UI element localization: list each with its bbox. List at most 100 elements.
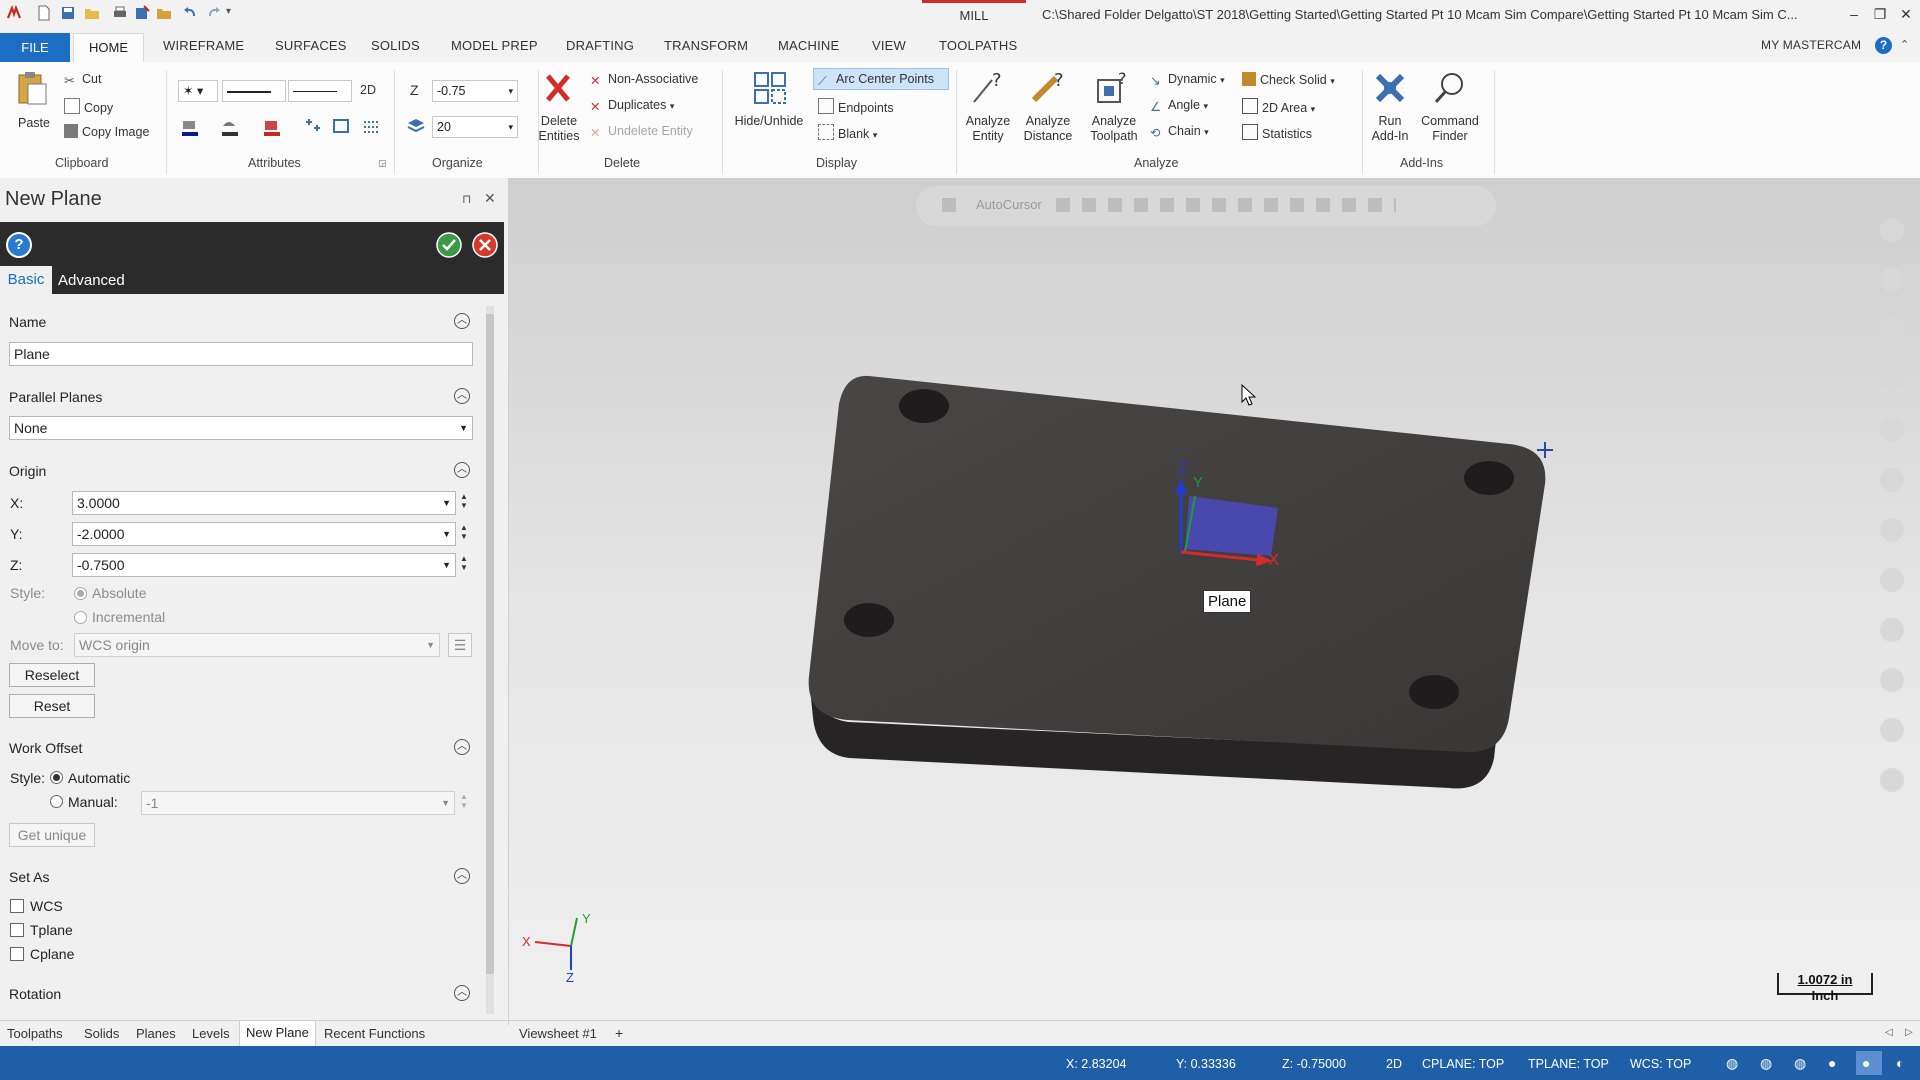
open-folder-icon[interactable] [84, 5, 100, 21]
shaded-view-icon[interactable]: ◍ [1794, 1055, 1806, 1072]
add-viewsheet-button[interactable]: + [615, 1025, 623, 1041]
reselect-button[interactable]: Reselect [9, 663, 95, 687]
analyze-toolpath-icon[interactable]: ? [1094, 70, 1130, 106]
get-unique-button[interactable]: Get unique [9, 823, 95, 847]
translucency-icon[interactable]: ◐ [1896, 1055, 1904, 1071]
hide-unhide-icon[interactable] [752, 70, 788, 106]
quick-mask-face-icon[interactable] [1880, 568, 1904, 592]
analyze-distance-icon[interactable]: ? [1030, 70, 1066, 106]
origin-y-input[interactable]: -2.0000 ▼ [72, 522, 456, 546]
delete-entities-button[interactable]: Delete Entities [532, 114, 586, 144]
quick-mask-dimension-icon[interactable] [1880, 468, 1904, 492]
tab-wireframe[interactable]: WIREFRAME [163, 38, 244, 53]
scroll-left-icon[interactable]: ◁ [1885, 1027, 1893, 1038]
parallel-planes-select[interactable]: None ▼ [9, 416, 473, 440]
parallel-planes-collapse-icon[interactable]: ︿ [454, 388, 470, 404]
new-file-icon[interactable] [36, 5, 52, 21]
customize-toolbar-icon[interactable]: ▾ [226, 6, 231, 17]
panel-help-icon[interactable]: ? [6, 232, 32, 258]
cut-button[interactable]: ✂ Cut [64, 72, 101, 88]
move-to-button[interactable]: ☰ [448, 633, 472, 657]
quick-mask-solid-icon[interactable] [1880, 518, 1904, 542]
surface-color-icon[interactable] [220, 118, 242, 136]
name-collapse-icon[interactable]: ︿ [454, 313, 470, 329]
set-all-icon[interactable] [302, 118, 324, 136]
manual-offset-spinner[interactable]: ▲ ▼ [460, 792, 468, 810]
cancel-x-icon[interactable] [472, 232, 498, 258]
quick-mask-line-icon[interactable] [1880, 268, 1904, 292]
endpoints-toggle[interactable]: Endpoints [818, 98, 894, 115]
quick-mask-body-icon[interactable] [1880, 618, 1904, 642]
arc-center-points-toggle[interactable]: ⟋ Arc Center Points [818, 72, 934, 88]
tab-machine[interactable]: MACHINE [778, 38, 839, 53]
tab-recent-functions[interactable]: Recent Functions [324, 1026, 425, 1041]
delete-x-icon[interactable] [540, 70, 576, 106]
origin-z-input[interactable]: -0.7500 ▼ [72, 553, 456, 577]
collapse-ribbon-icon[interactable]: ⌃ [1900, 38, 1909, 51]
mode-2d-toggle[interactable]: 2D [360, 83, 376, 97]
automatic-radio[interactable] [50, 771, 63, 784]
print-icon[interactable] [112, 5, 128, 21]
dynamic-button[interactable]: ↘ Dynamic ▾ [1150, 72, 1225, 88]
set-as-collapse-icon[interactable]: ︿ [454, 868, 470, 884]
2d-area-button[interactable]: 2D Area ▾ [1242, 98, 1315, 115]
levels-icon[interactable] [406, 117, 426, 135]
tab-solids[interactable]: SOLIDS [371, 38, 420, 53]
tab-view[interactable]: VIEW [872, 38, 906, 53]
panel-close-icon[interactable]: ✕ [484, 190, 496, 207]
tab-drafting[interactable]: DRAFTING [566, 38, 634, 53]
undo-icon[interactable] [182, 5, 198, 21]
hidden-lines-icon[interactable]: ● [1828, 1055, 1836, 1071]
attribute-grid-icon[interactable] [362, 118, 384, 136]
quick-mask-mesh-icon[interactable] [1880, 668, 1904, 692]
command-finder-icon[interactable] [1432, 70, 1468, 106]
duplicates-button[interactable]: ✕ Duplicates ▾ [590, 98, 674, 114]
tab-planes-manager[interactable]: Planes [136, 1026, 176, 1041]
paste-icon[interactable] [14, 70, 50, 106]
undelete-entity-button[interactable]: ✕ Undelete Entity [590, 124, 693, 140]
tab-toolpaths-manager[interactable]: Toolpaths [7, 1026, 63, 1041]
quick-mask-point-icon[interactable] [1880, 218, 1904, 242]
wcs-checkbox[interactable] [10, 899, 24, 913]
tab-new-plane[interactable]: New Plane [239, 1021, 316, 1047]
panel-scrollbar[interactable] [486, 306, 494, 1014]
origin-z-spinner[interactable]: ▲ ▼ [460, 554, 468, 572]
hide-unhide-button[interactable]: Hide/Unhide [728, 114, 810, 129]
level-input[interactable]: 20 ▾ [432, 116, 518, 138]
point-style-dropdown[interactable]: ✶ ▾ [178, 80, 218, 102]
clear-color-icon[interactable] [332, 118, 354, 136]
tab-transform[interactable]: TRANSFORM [664, 38, 748, 53]
analyze-entity-icon[interactable]: ? [970, 70, 1006, 106]
move-to-select[interactable]: WCS origin ▼ [74, 633, 440, 657]
analyze-entity-button[interactable]: Analyze Entity [960, 114, 1016, 144]
help-icon[interactable]: ? [1875, 37, 1892, 54]
viewsheet-tab[interactable]: Viewsheet #1 [519, 1026, 597, 1041]
attributes-launcher-icon[interactable]: ◲ [378, 158, 387, 169]
work-offset-collapse-icon[interactable]: ︿ [454, 739, 470, 755]
tab-file[interactable]: FILE [0, 33, 70, 62]
rotation-collapse-icon[interactable]: ︿ [454, 985, 470, 1001]
status-tplane[interactable]: TPLANE: TOP [1528, 1057, 1609, 1071]
statistics-button[interactable]: Statistics [1242, 124, 1312, 141]
status-wcs[interactable]: WCS: TOP [1630, 1057, 1691, 1071]
manual-offset-input[interactable]: -1 ▼ [141, 791, 455, 815]
incremental-radio[interactable] [74, 611, 87, 624]
z-depth-input[interactable]: -0.75 ▾ [432, 80, 518, 102]
wireframe-view-icon[interactable]: ◍ [1760, 1055, 1772, 1072]
quick-mask-spline-icon[interactable] [1880, 368, 1904, 392]
ok-check-icon[interactable] [436, 232, 462, 258]
line-style-dropdown[interactable] [222, 80, 286, 102]
graphics-viewport[interactable]: AutoCursor Z Y X Plane X Y Z 1.0072 in I… [509, 178, 1920, 1020]
run-addin-button[interactable]: Run Add-In [1364, 114, 1416, 144]
copy-image-button[interactable]: Copy Image [64, 124, 149, 139]
close-window-button[interactable]: ✕ [1894, 4, 1918, 24]
pin-icon[interactable]: ⊓ [462, 192, 471, 206]
absolute-radio[interactable] [74, 587, 87, 600]
quick-mask-arc-icon[interactable] [1880, 318, 1904, 342]
tab-advanced[interactable]: Advanced [58, 272, 125, 289]
run-addin-icon[interactable] [1372, 70, 1408, 106]
panel-scrollbar-thumb[interactable] [486, 314, 494, 974]
command-finder-button[interactable]: Command Finder [1416, 114, 1484, 144]
check-solid-button[interactable]: Check Solid ▾ [1242, 72, 1335, 87]
redo-icon[interactable] [206, 5, 222, 21]
